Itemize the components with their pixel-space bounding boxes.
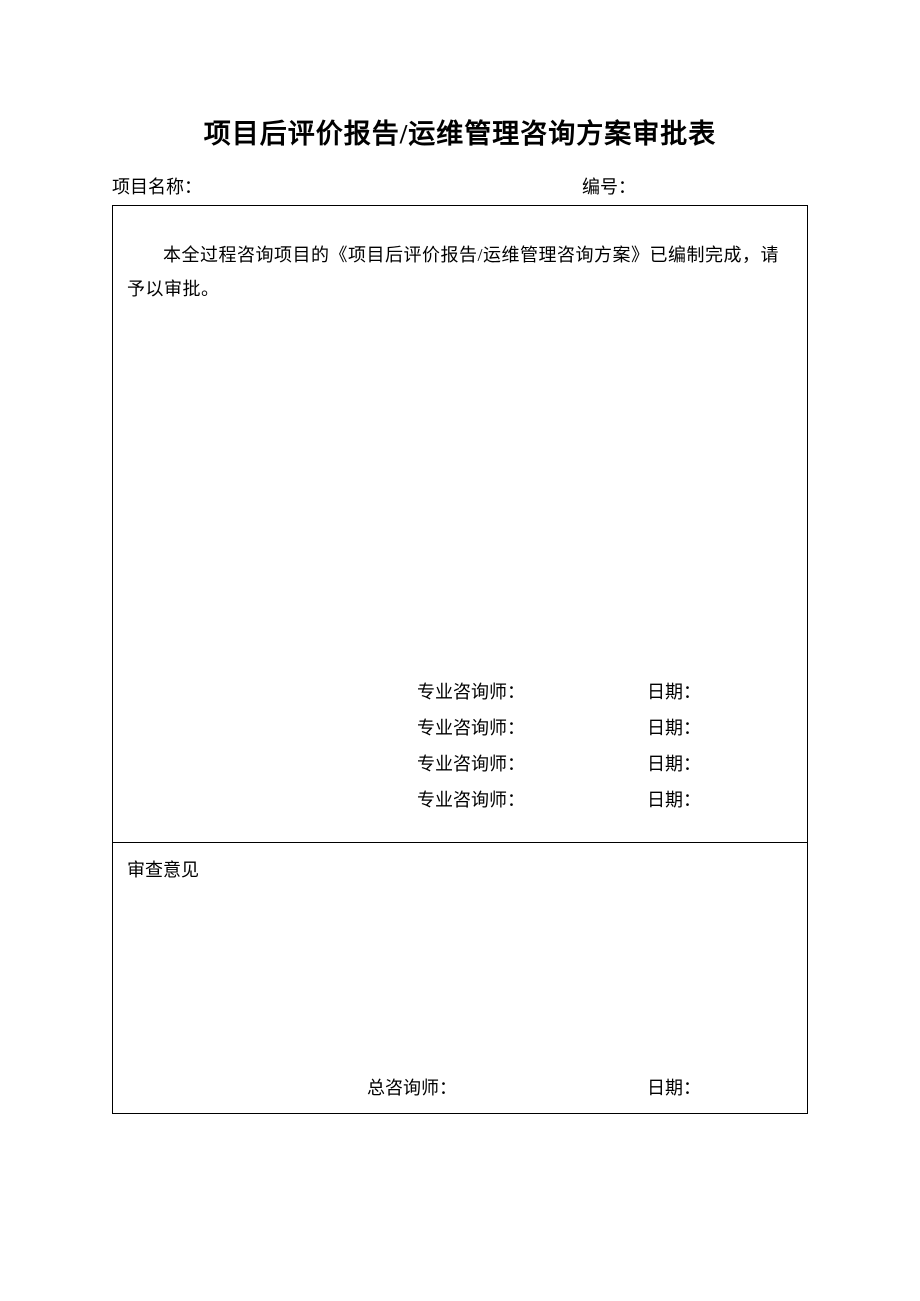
signature-row: 专业咨询师： 日期： (113, 782, 767, 818)
request-cell: 本全过程咨询项目的《项目后评价报告/运维管理咨询方案》已编制完成，请予以审批。 … (113, 206, 807, 843)
consultant-role-label: 专业咨询师： (417, 746, 647, 782)
chief-consultant-label: 总咨询师： (367, 1071, 647, 1105)
header-row: 项目名称： 编号： (112, 173, 808, 199)
form-box: 本全过程咨询项目的《项目后评价报告/运维管理咨询方案》已编制完成，请予以审批。 … (112, 205, 808, 1114)
date-label: 日期： (647, 746, 767, 782)
review-cell: 审查意见 总咨询师： 日期： (113, 843, 807, 1113)
signature-row: 专业咨询师： 日期： (113, 746, 767, 782)
document-title: 项目后评价报告/运维管理咨询方案审批表 (112, 112, 808, 151)
intro-text: 本全过程咨询项目的《项目后评价报告/运维管理咨询方案》已编制完成，请予以审批。 (127, 216, 793, 306)
date-label: 日期： (647, 710, 767, 746)
consultant-role-label: 专业咨询师： (417, 710, 647, 746)
signature-row: 专业咨询师： 日期： (113, 710, 767, 746)
chief-signature-row: 总咨询师： 日期： (113, 1071, 807, 1105)
review-opinion-label: 审查意见 (127, 853, 793, 887)
date-label: 日期： (647, 782, 767, 818)
consultant-role-label: 专业咨询师： (417, 782, 647, 818)
date-label: 日期： (647, 1071, 767, 1105)
consultant-signature-block: 专业咨询师： 日期： 专业咨询师： 日期： 专业咨询师： 日期： 专业咨询师： … (113, 674, 807, 818)
signature-row: 专业咨询师： 日期： (113, 674, 767, 710)
project-name-label: 项目名称： (112, 173, 582, 199)
number-label: 编号： (582, 173, 808, 199)
consultant-role-label: 专业咨询师： (417, 674, 647, 710)
date-label: 日期： (647, 674, 767, 710)
document-page: 项目后评价报告/运维管理咨询方案审批表 项目名称： 编号： 本全过程咨询项目的《… (0, 0, 920, 1114)
